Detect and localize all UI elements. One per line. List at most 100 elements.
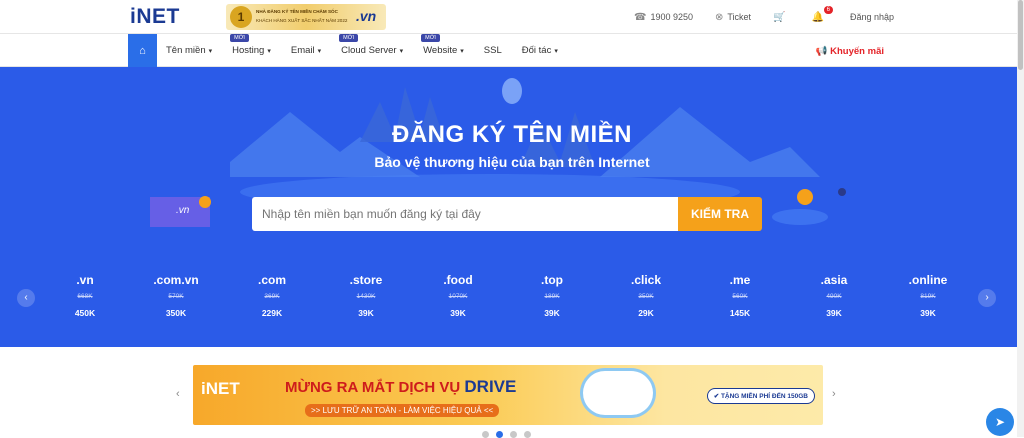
promotion-link[interactable]: 📢 Khuyến mãi xyxy=(816,46,884,57)
tld-item[interactable]: .store 1430K 39K xyxy=(331,273,401,318)
tld-item[interactable]: .top 189K 39K xyxy=(517,273,587,318)
tld-name: .top xyxy=(541,273,563,287)
caret-down-icon: ▾ xyxy=(317,48,322,55)
nav-item-label: Hosting xyxy=(232,45,265,56)
tld-new-price: 39K xyxy=(544,308,560,318)
nav-item-ssl[interactable]: SSL xyxy=(484,45,502,56)
award-badge[interactable]: 1 NHÀ ĐĂNG KÝ TÊN MIỀN CHĂM SÓC KHÁCH HÀ… xyxy=(226,4,386,30)
tld-name: .com.vn xyxy=(153,273,199,287)
tld-new-price: 39K xyxy=(826,308,842,318)
top-bar: iNET 1 NHÀ ĐĂNG KÝ TÊN MIỀN CHĂM SÓC KHÁ… xyxy=(0,0,1024,34)
drive-promo-banner[interactable]: iNET MỪNG RA MẮT DỊCH VỤ DRIVE >> LƯU TR… xyxy=(193,365,823,425)
nav-item-label: Đối tác xyxy=(521,45,552,56)
nav-item-partner[interactable]: Đối tác ▾ xyxy=(522,45,558,56)
tld-new-price: 29K xyxy=(638,308,654,318)
tld-new-price: 39K xyxy=(450,308,466,318)
tld-old-price: 189K xyxy=(544,293,560,300)
hero-title: ĐĂNG KÝ TÊN MIỀN xyxy=(391,121,632,148)
tld-name: .vn xyxy=(76,273,94,287)
award-line2: KHÁCH HÀNG XUẤT SẮC NHẤT NĂM 2022 xyxy=(256,18,348,23)
inet-logo[interactable]: iNET xyxy=(130,5,180,29)
promotion-label: Khuyến mãi xyxy=(830,46,884,57)
cloud-drive-icon xyxy=(583,371,653,415)
tld-old-price: 490K xyxy=(826,293,842,300)
tld-item[interactable]: .food 1070K 39K xyxy=(423,273,493,318)
nav-item-label: SSL xyxy=(483,45,502,56)
nav-items: Tên miền ▾ MỚI Hosting ▾ Email ▾ MỚI Cloud … xyxy=(166,34,578,67)
page-scrollbar[interactable] xyxy=(1017,0,1024,437)
banner-heading: MỪNG RA MẮT DỊCH VỤ DRIVE xyxy=(285,377,516,397)
domain-search-input[interactable] xyxy=(252,197,678,231)
home-icon: ⌂ xyxy=(139,44,146,57)
nav-item-domain[interactable]: Tên miền ▾ xyxy=(166,45,212,56)
nav-item-label: Cloud Server xyxy=(341,45,397,56)
new-tag: MỚI xyxy=(421,34,440,42)
scrollbar-thumb[interactable] xyxy=(1018,0,1023,70)
caret-down-icon: ▾ xyxy=(267,48,271,55)
notification-badge: 6 xyxy=(823,5,833,14)
phone-number: 1900 9250 xyxy=(650,12,693,22)
check-domain-button[interactable]: KIỂM TRA xyxy=(678,197,762,231)
ticket-link[interactable]: ⊗ Ticket xyxy=(715,12,751,23)
banner-prev-button[interactable]: ‹ xyxy=(176,388,180,400)
send-icon: ➤ xyxy=(994,415,1006,429)
login-label: Đăng nhập xyxy=(849,12,894,22)
tld-old-price: 668K xyxy=(77,293,93,300)
tld-next-button[interactable]: › xyxy=(978,289,996,307)
caret-down-icon: ▾ xyxy=(208,48,213,55)
banner-next-button[interactable]: › xyxy=(832,388,836,400)
tld-prev-button[interactable]: ‹ xyxy=(17,289,35,307)
tld-item[interactable]: .com 369K 229K xyxy=(237,273,307,318)
hero-subtitle: Bảo vệ thương hiệu của bạn trên Internet xyxy=(374,154,650,170)
ticket-icon: ⊗ xyxy=(714,11,724,23)
cart-link[interactable]: 🛒 xyxy=(773,12,789,23)
nav-item-email[interactable]: Email ▾ xyxy=(291,45,321,56)
caret-down-icon: ▾ xyxy=(460,48,464,55)
tld-item[interactable]: .me 560K 145K xyxy=(705,273,775,318)
tld-new-price: 145K xyxy=(729,308,751,318)
tld-name: .online xyxy=(908,273,948,287)
notification-link[interactable]: 🔔 6 xyxy=(811,5,833,23)
chat-widget-button[interactable]: ➤ xyxy=(986,408,1014,436)
check-icon: ✔ xyxy=(713,393,720,400)
banner-cta-label: TẶNG MIỄN PHÍ ĐẾN 150GB xyxy=(720,393,808,400)
tld-item[interactable]: .click 350K 29K xyxy=(611,273,681,318)
phone-link[interactable]: ☎ 1900 9250 xyxy=(634,12,693,23)
bell-icon: 🔔 xyxy=(811,11,824,23)
tld-name: .com xyxy=(257,273,286,287)
new-tag: MỚI xyxy=(339,34,358,42)
tld-item[interactable]: .online 819K 39K xyxy=(893,273,963,318)
nav-item-label: Tên miền xyxy=(166,45,206,56)
banner-heading-drive: DRIVE xyxy=(464,377,517,396)
caret-down-icon: ▾ xyxy=(554,48,558,55)
tld-old-price: 570K xyxy=(168,293,184,300)
tld-item[interactable]: .vn 668K 450K xyxy=(50,273,120,318)
tld-new-price: 450K xyxy=(74,308,96,318)
tld-old-price: 1070K xyxy=(448,293,468,300)
ticket-label: Ticket xyxy=(727,12,752,22)
nav-item-website[interactable]: MỚI Website ▾ xyxy=(421,34,464,56)
tld-item[interactable]: .com.vn 570K 350K xyxy=(141,273,211,318)
nav-item-label: Website xyxy=(423,45,458,56)
tld-old-price: 369K xyxy=(264,293,280,300)
banner-logo: iNET xyxy=(201,379,240,398)
tld-old-price: 350K xyxy=(638,293,654,300)
new-tag: MỚI xyxy=(230,34,249,42)
tld-name: .click xyxy=(630,273,662,287)
banner-subline: >> LƯU TRỮ AN TOÀN - LÀM VIỆC HIỆU QUẢ <… xyxy=(305,404,500,417)
nav-item-hosting[interactable]: MỚI Hosting ▾ xyxy=(230,34,271,56)
nav-item-cloud-server[interactable]: MỚI Cloud Server ▾ xyxy=(339,34,404,56)
main-nav: ⌂ Tên miền ▾ MỚI Hosting ▾ Email ▾ MỚI Clou… xyxy=(0,34,1024,67)
tld-name: .asia xyxy=(820,273,848,287)
home-button[interactable]: ⌂ xyxy=(128,34,157,67)
phone-icon: ☎ xyxy=(633,11,647,23)
nav-item-label: Email xyxy=(290,45,315,56)
caret-down-icon: ▾ xyxy=(399,48,404,55)
login-link[interactable]: Đăng nhập xyxy=(850,12,894,22)
megaphone-icon: 📢 xyxy=(815,46,828,57)
tld-item[interactable]: .asia 490K 39K xyxy=(799,273,869,318)
tld-name: .store xyxy=(349,273,383,287)
tld-old-price: 560K xyxy=(732,293,748,300)
banner-cta: ✔ TẶNG MIỄN PHÍ ĐẾN 150GB xyxy=(706,388,815,404)
tld-old-price: 1430K xyxy=(356,293,376,300)
